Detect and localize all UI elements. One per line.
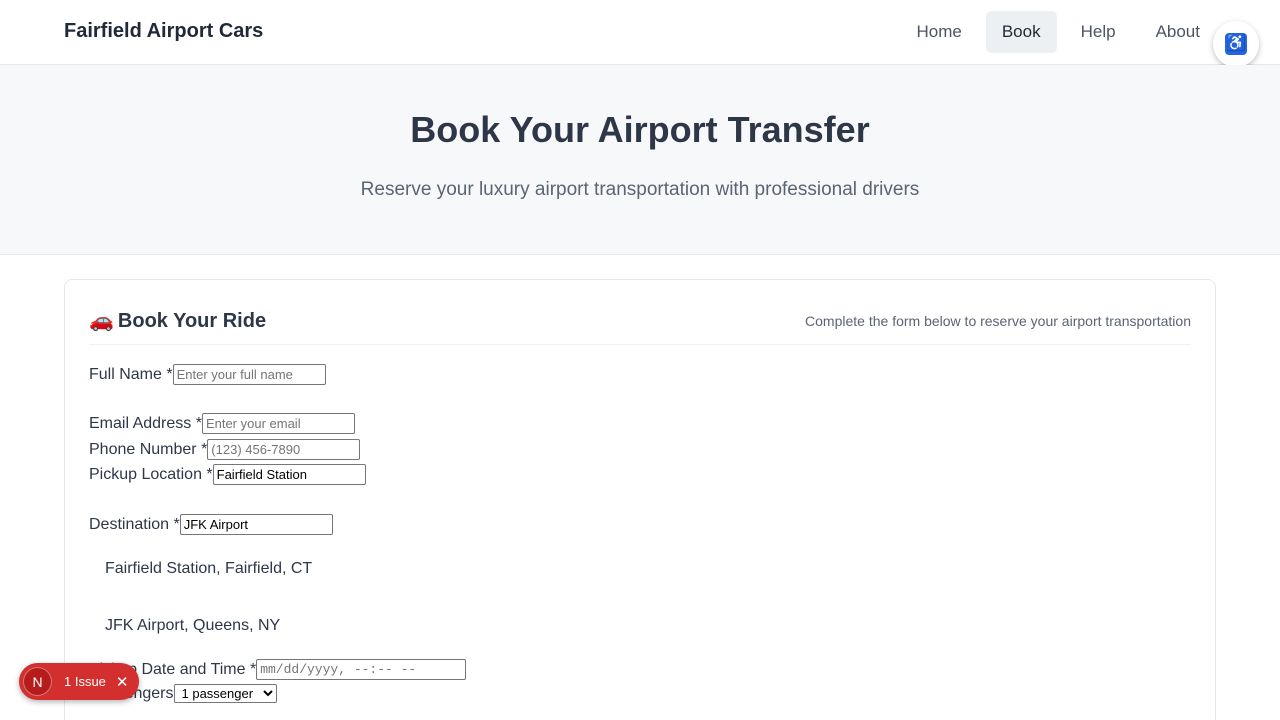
issues-count: 1 Issue bbox=[64, 674, 106, 689]
booking-form-card: 🚗 Book Your Ride Complete the form below … bbox=[64, 279, 1216, 720]
email-input[interactable] bbox=[201, 413, 355, 434]
pickup-suggestion[interactable]: Fairfield Station, Fairfield, CT bbox=[105, 560, 312, 578]
brand-logo[interactable]: Fairfield Airport Cars bbox=[64, 20, 263, 43]
close-icon[interactable]: ✕ bbox=[116, 673, 129, 691]
passengers-select[interactable]: 1 passenger bbox=[173, 684, 277, 703]
phone-label: Phone Number * bbox=[89, 440, 208, 458]
email-row: Email Address * bbox=[89, 413, 355, 434]
destination-suggestion[interactable]: JFK Airport, Queens, NY bbox=[105, 617, 280, 635]
pickup-label: Pickup Location * bbox=[89, 465, 213, 483]
phone-row: Phone Number * bbox=[89, 439, 361, 460]
card-header: 🚗 Book Your Ride Complete the form below … bbox=[89, 280, 1191, 345]
nav-home[interactable]: Home bbox=[900, 11, 977, 53]
destination-row: Destination * bbox=[89, 514, 333, 535]
issues-badge[interactable]: N 1 Issue ✕ bbox=[19, 663, 139, 700]
nav-about[interactable]: About bbox=[1140, 11, 1216, 53]
email-label: Email Address * bbox=[89, 414, 202, 432]
next-logo-icon: N bbox=[23, 667, 52, 696]
page-title: Book Your Airport Transfer bbox=[410, 109, 870, 150]
card-subtitle: Complete the form below to reserve your … bbox=[805, 313, 1191, 329]
hero-section: Book Your Airport Transfer Reserve your … bbox=[0, 65, 1280, 255]
destination-input[interactable] bbox=[179, 514, 333, 535]
card-title-text: Book Your Ride bbox=[117, 310, 267, 332]
nav-book[interactable]: Book bbox=[985, 11, 1057, 53]
destination-label: Destination * bbox=[89, 515, 180, 533]
phone-input[interactable] bbox=[207, 439, 361, 460]
page-subtitle: Reserve your luxury airport transportati… bbox=[360, 179, 920, 200]
datetime-row: Pickup Date and Time * bbox=[89, 659, 467, 680]
main-nav: Home Book Help About bbox=[900, 11, 1216, 53]
full-name-row: Full Name * bbox=[89, 364, 326, 385]
pickup-input[interactable] bbox=[212, 464, 366, 485]
datetime-input[interactable] bbox=[256, 659, 467, 680]
full-name-input[interactable] bbox=[172, 364, 326, 385]
pickup-row: Pickup Location * bbox=[89, 464, 366, 485]
car-icon: 🚗 bbox=[89, 310, 114, 332]
nav-help[interactable]: Help bbox=[1065, 11, 1132, 53]
full-name-label: Full Name * bbox=[89, 365, 173, 383]
card-title: 🚗 Book Your Ride bbox=[89, 308, 266, 333]
top-navbar: Fairfield Airport Cars Home Book Help Ab… bbox=[0, 0, 1280, 65]
accessibility-icon: ♿ bbox=[1225, 33, 1247, 55]
accessibility-button[interactable]: ♿ bbox=[1213, 21, 1259, 67]
